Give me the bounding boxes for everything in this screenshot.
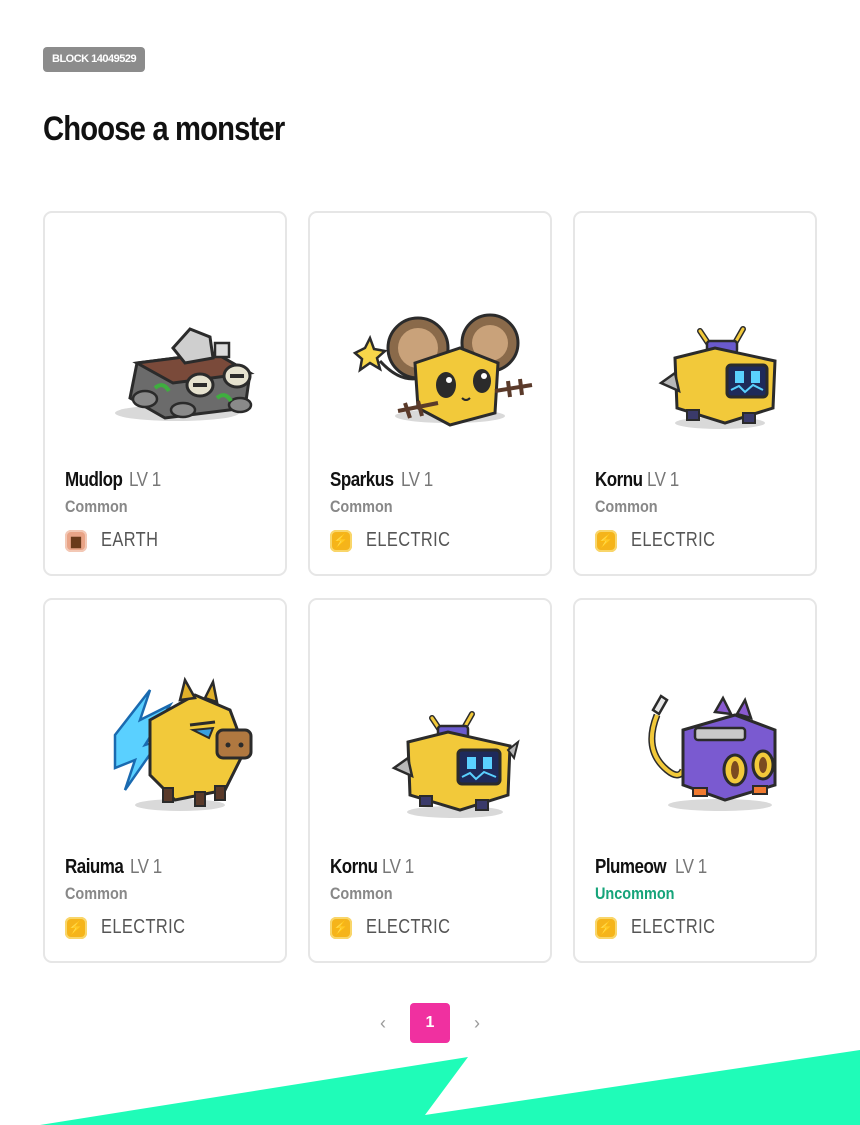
monster-level: LV 1 xyxy=(130,856,162,878)
monster-level: LV 1 xyxy=(382,856,415,878)
plumeow-illustration xyxy=(575,600,815,845)
decorative-stripe xyxy=(40,1050,860,1125)
kornu-illustration xyxy=(575,213,815,458)
monster-rarity: Common xyxy=(330,497,393,516)
chevron-right-icon[interactable]: › xyxy=(468,1011,486,1035)
element-label: ELECTRIC xyxy=(631,529,716,551)
monster-rarity: Uncommon xyxy=(595,884,675,903)
kornu-illustration xyxy=(310,600,550,845)
monster-name-row: Mudlop LV 1 xyxy=(65,469,166,495)
monster-name-row: Sparkus LV 1 xyxy=(330,469,438,495)
page-button-current[interactable]: 1 xyxy=(410,1003,450,1043)
monster-rarity: Common xyxy=(330,884,393,903)
mudlop-illustration xyxy=(45,213,285,458)
monster-name: Kornu xyxy=(330,856,378,878)
monster-card[interactable]: Mudlop LV 1 Common ▆ EARTH xyxy=(43,211,287,576)
block-badge: BLOCK 14049529 xyxy=(43,47,146,72)
monster-level: LV 1 xyxy=(401,469,433,491)
pagination: ‹ 1 › xyxy=(0,1003,860,1043)
monster-level: LV 1 xyxy=(647,469,680,491)
element-label: ELECTRIC xyxy=(631,916,716,938)
monster-name-row: Raiuma LV 1 xyxy=(65,856,167,882)
chevron-left-icon[interactable]: ‹ xyxy=(374,1011,392,1035)
electric-icon: ⚡ xyxy=(65,917,87,939)
monster-rarity: Common xyxy=(65,884,128,903)
earth-icon: ▆ xyxy=(65,530,87,552)
monster-name-row: Kornu LV 1 xyxy=(595,469,685,495)
monster-name: Raiuma xyxy=(65,856,124,878)
monster-card[interactable]: Kornu LV 1 Common ⚡ ELECTRIC xyxy=(573,211,817,576)
monster-card[interactable]: Sparkus LV 1 Common ⚡ ELECTRIC xyxy=(308,211,552,576)
electric-icon: ⚡ xyxy=(330,530,352,552)
page-title: Choose a monster xyxy=(43,110,285,148)
monster-name: Kornu xyxy=(595,469,643,491)
monster-rarity: Common xyxy=(65,497,128,516)
monster-name-row: Plumeow LV 1 xyxy=(595,856,712,882)
monster-level: LV 1 xyxy=(128,469,161,491)
monster-name: Plumeow xyxy=(595,856,667,878)
monster-level: LV 1 xyxy=(675,856,707,878)
element-label: ELECTRIC xyxy=(101,916,186,938)
monster-grid: Mudlop LV 1 Common ▆ EARTH Sparkus LV 1 … xyxy=(43,211,818,963)
monster-name: Mudlop xyxy=(65,469,123,491)
monster-rarity: Common xyxy=(595,497,658,516)
monster-card[interactable]: Kornu LV 1 Common ⚡ ELECTRIC xyxy=(308,598,552,963)
sparkus-illustration xyxy=(310,213,550,458)
electric-icon: ⚡ xyxy=(330,917,352,939)
electric-icon: ⚡ xyxy=(595,917,617,939)
monster-name-row: Kornu LV 1 xyxy=(330,856,420,882)
element-label: ELECTRIC xyxy=(366,916,451,938)
raiuma-illustration xyxy=(45,600,285,845)
element-label: ELECTRIC xyxy=(366,529,451,551)
monster-card[interactable]: Raiuma LV 1 Common ⚡ ELECTRIC xyxy=(43,598,287,963)
electric-icon: ⚡ xyxy=(595,530,617,552)
monster-name: Sparkus xyxy=(330,469,394,491)
monster-card[interactable]: Plumeow LV 1 Uncommon ⚡ ELECTRIC xyxy=(573,598,817,963)
element-label: EARTH xyxy=(101,529,159,551)
